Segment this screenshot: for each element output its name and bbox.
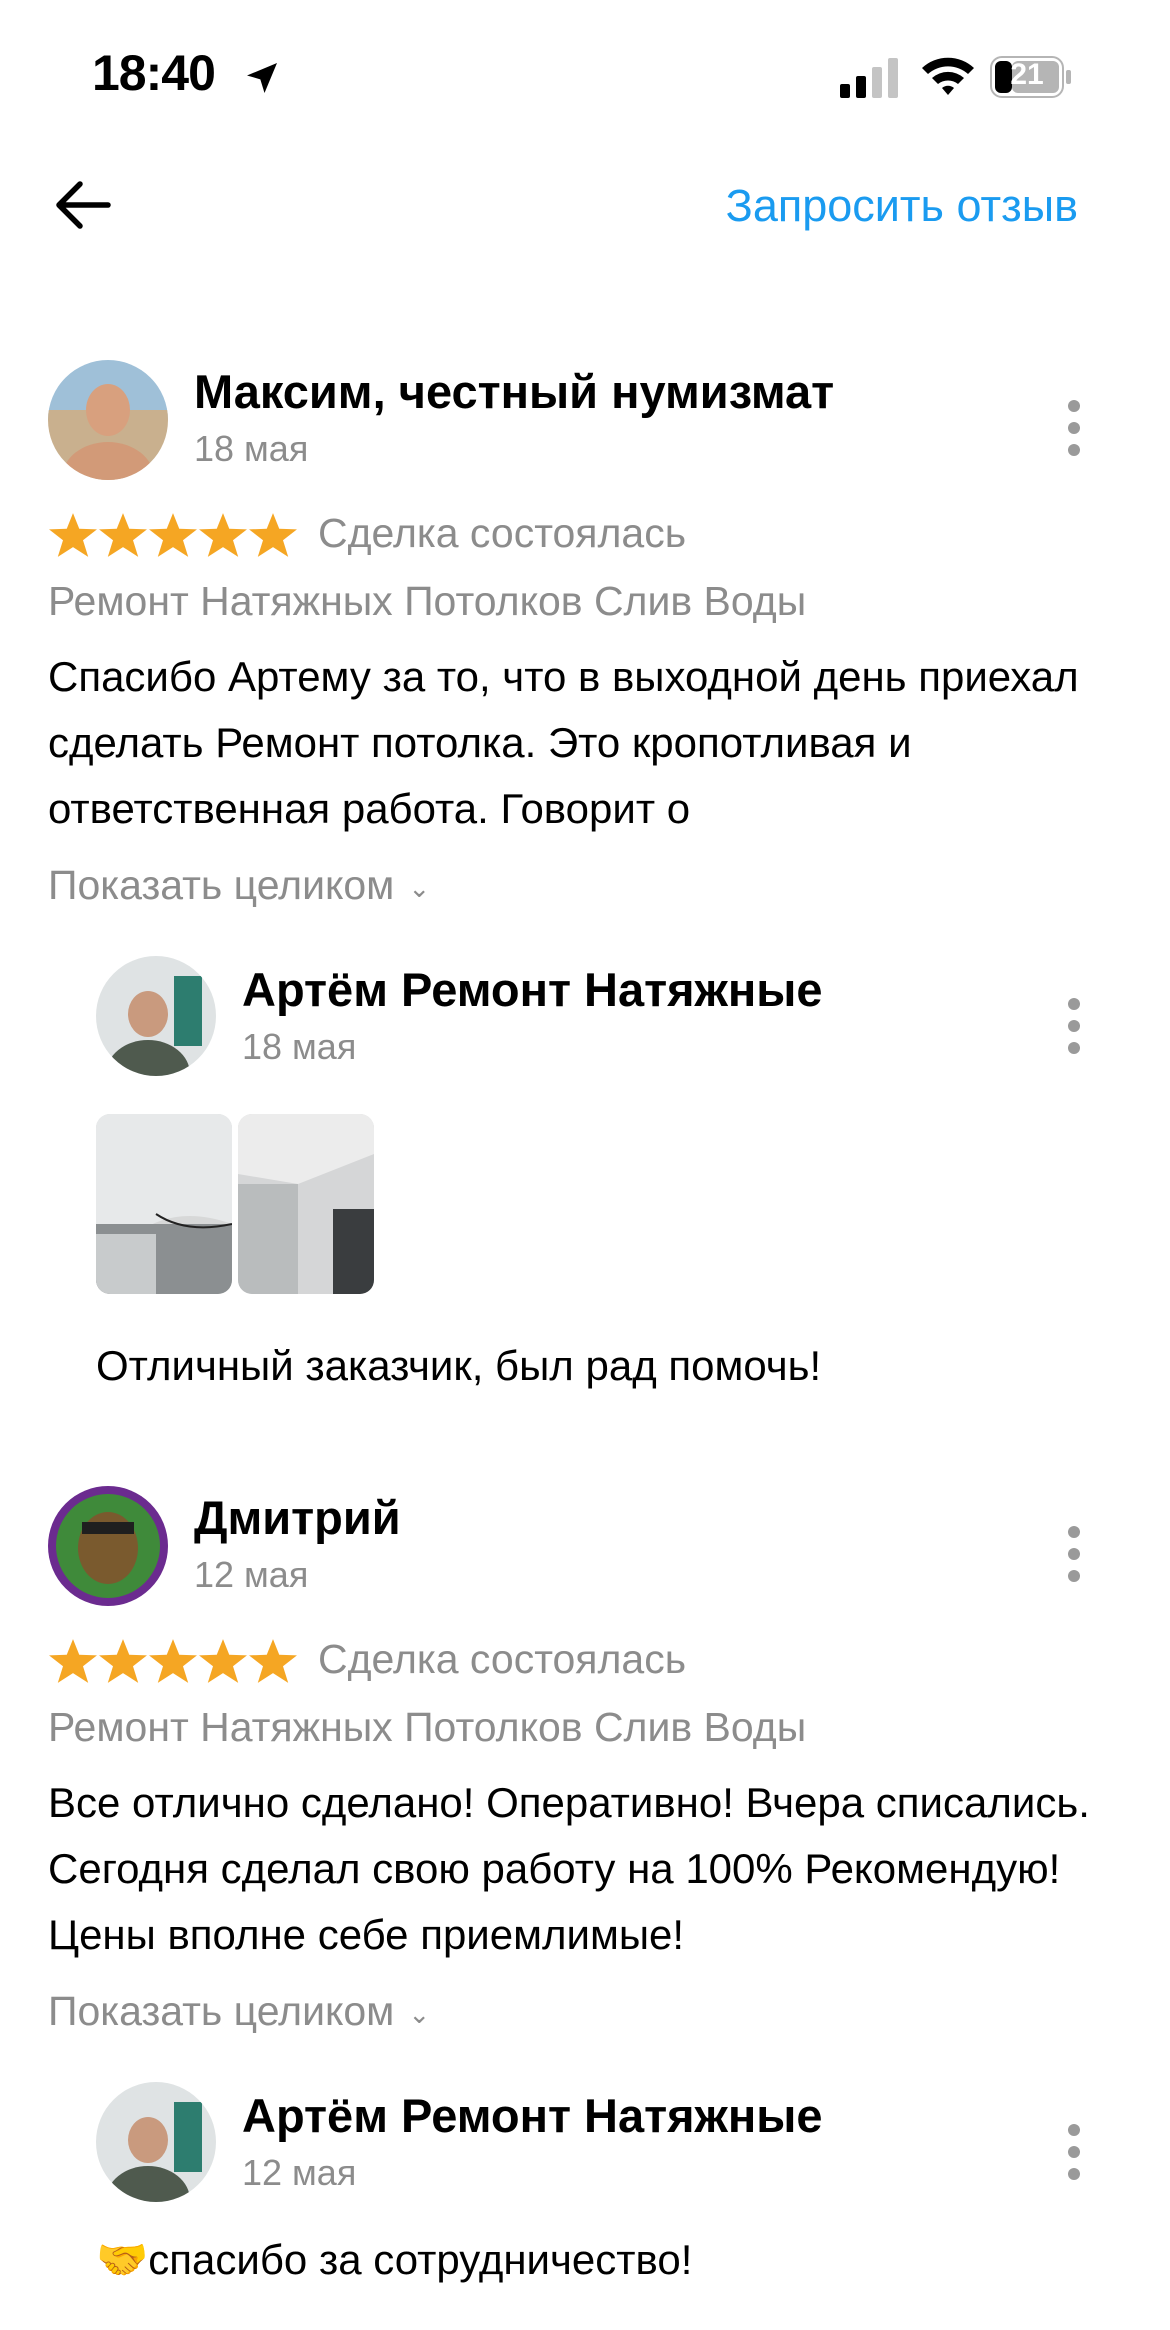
star-icon xyxy=(199,1639,247,1683)
review-date: 18 мая xyxy=(194,428,309,469)
star-icon xyxy=(49,1639,97,1683)
reply-avatar[interactable] xyxy=(96,2082,216,2202)
star-icon xyxy=(149,513,197,557)
show-full-label: Показать целиком xyxy=(48,1988,395,2034)
avatar[interactable] xyxy=(48,360,168,480)
star-icon xyxy=(249,1639,297,1683)
more-options-icon[interactable] xyxy=(1064,400,1084,456)
show-full-label: Показать целиком xyxy=(48,862,395,908)
reply-text: 🤝спасибо за сотрудничество! xyxy=(96,2236,693,2283)
star-icon xyxy=(199,513,247,557)
cellular-signal-icon xyxy=(840,58,898,98)
more-options-icon[interactable] xyxy=(1064,998,1084,1054)
chevron-down-icon: ⌄ xyxy=(408,1998,431,2029)
reply-date: 12 мая xyxy=(242,2152,357,2193)
service-name: Ремонт Натяжных Потолков Слив Воды xyxy=(48,578,807,624)
more-options-icon[interactable] xyxy=(1064,2124,1084,2180)
location-arrow-icon xyxy=(247,63,277,93)
rating-stars xyxy=(48,1638,298,1688)
show-full-button[interactable]: Показать целиком ⌄ xyxy=(48,862,430,909)
star-icon xyxy=(49,513,97,557)
deal-status: Сделка состоялась xyxy=(318,1636,687,1682)
service-name: Ремонт Натяжных Потолков Слив Воды xyxy=(48,1704,807,1750)
review-text: Спасибо Артему за то, что в выходной ден… xyxy=(48,653,1079,832)
review-author: Максим, честный нумизмат xyxy=(194,365,835,418)
star-icon xyxy=(149,1639,197,1683)
reply-author: Артём Ремонт Натяжные xyxy=(242,963,823,1016)
review-text: Все отлично сделано! Оперативно! Вчера с… xyxy=(48,1779,1090,1958)
status-time: 18:40 xyxy=(92,45,216,101)
reply-date: 18 мая xyxy=(242,1026,357,1067)
reply-avatar[interactable] xyxy=(96,956,216,1076)
reply-photo[interactable] xyxy=(96,1114,232,1294)
review-date: 12 мая xyxy=(194,1554,309,1595)
review-author: Дмитрий xyxy=(194,1491,401,1544)
wifi-icon xyxy=(922,57,974,95)
star-icon xyxy=(249,513,297,557)
chevron-down-icon: ⌄ xyxy=(408,872,431,903)
status-bar: 18:40 21 xyxy=(0,0,1170,150)
reply-text: Отличный заказчик, был рад помочь! xyxy=(96,1342,822,1389)
battery-level: 21 xyxy=(1010,58,1044,91)
avatar[interactable] xyxy=(48,1486,168,1606)
reply-author: Артём Ремонт Натяжные xyxy=(242,2089,823,2142)
reply-photo[interactable] xyxy=(238,1114,374,1294)
deal-status: Сделка состоялась xyxy=(318,510,687,556)
request-review-link[interactable]: Запросить отзыв xyxy=(726,180,1078,232)
more-options-icon[interactable] xyxy=(1064,1526,1084,1582)
star-icon xyxy=(99,1639,147,1683)
rating-stars xyxy=(48,512,298,562)
back-arrow-icon[interactable] xyxy=(50,172,116,238)
show-full-button[interactable]: Показать целиком ⌄ xyxy=(48,1988,430,2035)
star-icon xyxy=(99,513,147,557)
